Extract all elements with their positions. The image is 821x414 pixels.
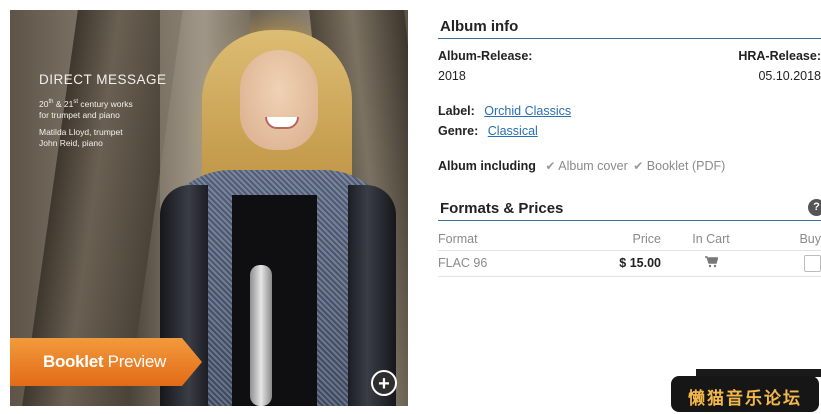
cover-text-block: DIRECT MESSAGE 20th & 21st century works… (39, 72, 167, 149)
genre-row: Genre: Classical (438, 124, 538, 138)
forum-watermark-badge: 懒猫音乐论坛 (671, 376, 819, 412)
cover-performer2: John Reid, piano (39, 137, 103, 148)
album-release-value: 2018 (438, 69, 466, 83)
header-price: Price (632, 232, 661, 246)
including-album-cover: ✔ Album cover (545, 159, 628, 173)
cover-subtitle-line2: for trumpet and piano (39, 109, 120, 120)
album-cover[interactable]: DIRECT MESSAGE 20th & 21st century works… (10, 10, 408, 406)
cart-icon[interactable] (686, 256, 736, 271)
cover-performer1: Matilda Lloyd, trumpet (39, 126, 123, 137)
album-release-label: Album-Release: (438, 49, 533, 63)
zoom-plus-icon[interactable]: + (371, 370, 397, 396)
genre-label: Genre: (438, 124, 479, 138)
check-icon: ✔ (633, 159, 644, 173)
album-including-row: Album including ✔ Album cover ✔ Booklet … (438, 159, 725, 173)
album-release: Album-Release: 2018 (438, 49, 532, 83)
formats-prices-title: Formats & Prices ? (438, 199, 821, 221)
booklet-preview-button[interactable]: Booklet Preview (10, 338, 202, 386)
help-icon[interactable]: ? (808, 199, 821, 216)
header-buy: Buy (799, 232, 821, 246)
hra-release-label: HRA-Release: (738, 49, 821, 63)
label-label: Label: (438, 104, 475, 118)
album-including-label: Album including (438, 159, 536, 173)
cover-trumpet (250, 265, 272, 406)
cover-title: DIRECT MESSAGE (39, 72, 167, 87)
table-row: FLAC 96 $ 15.00 (438, 255, 821, 277)
cover-portrait-face (240, 50, 318, 150)
buy-checkbox[interactable] (791, 255, 821, 275)
hra-release-value: 05.10.2018 (758, 69, 821, 83)
hra-release: HRA-Release: 05.10.2018 (738, 49, 821, 83)
cover-portrait-shirt (232, 195, 317, 406)
including-booklet: ✔ Booklet (PDF) (633, 159, 726, 173)
check-icon: ✔ (545, 159, 556, 173)
formats-table-header: Format Price In Cart Buy (438, 232, 821, 251)
label-row: Label: Orchid Classics (438, 104, 571, 118)
header-format: Format (438, 232, 478, 246)
row-price: $ 15.00 (619, 256, 661, 270)
label-link[interactable]: Orchid Classics (484, 104, 571, 118)
booklet-preview-label: Booklet Preview (43, 352, 167, 371)
album-info-title: Album info (438, 18, 821, 39)
genre-link[interactable]: Classical (488, 124, 538, 138)
cover-subtitle-line1: 20th & 21st century works (39, 98, 133, 109)
forum-watermark-text: 懒猫音乐论坛 (688, 389, 802, 409)
header-in-cart: In Cart (692, 232, 730, 246)
row-format: FLAC 96 (438, 256, 488, 270)
